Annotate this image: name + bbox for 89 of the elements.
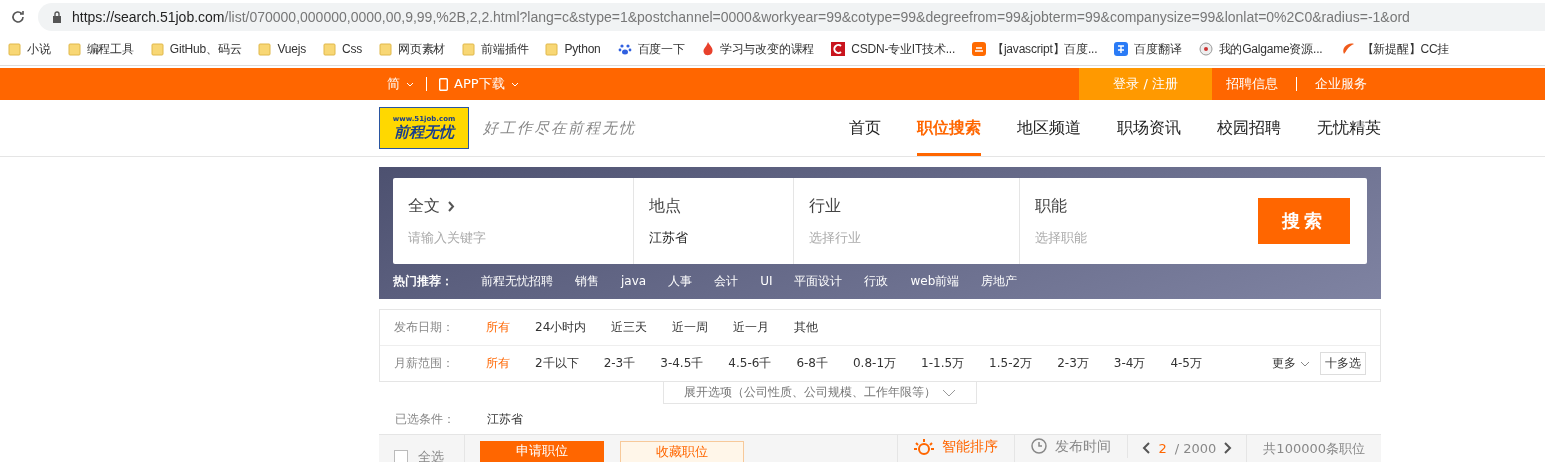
total-pages: / 2000	[1174, 440, 1217, 456]
clock-icon	[1031, 438, 1048, 454]
hot-keyword[interactable]: java	[621, 274, 647, 288]
bookmark[interactable]: 我的Galgame资源...	[1198, 40, 1323, 58]
folder-icon	[150, 42, 164, 56]
address-field[interactable]: https://search.51job.com/list/070000,000000,0000,00,9,99,%2B,2,2.html?lang=c&stype=1&postchannel=0000&workyear=99&cotype=99&degreefrom=99&jobterm=99&companysize=99&lonlat=0%2C0&radius=-1&ord	[38, 2, 1545, 31]
filter-option[interactable]: 近一周	[672, 319, 709, 336]
bookmark[interactable]: 百度一下	[617, 40, 685, 58]
hot-keyword[interactable]: 人事	[668, 272, 693, 290]
next-page-icon[interactable]	[1224, 442, 1233, 454]
search-field[interactable]: 地点 江苏省	[633, 178, 793, 264]
filter-option[interactable]: 6-8千	[796, 355, 828, 372]
bookmark[interactable]: GitHub、码云	[150, 40, 242, 58]
paw-icon	[617, 42, 632, 56]
search-field[interactable]: 职能 选择职能	[1019, 178, 1235, 264]
filter-option[interactable]: 2-3千	[603, 355, 636, 372]
bookmark[interactable]: 网页素材	[379, 40, 446, 58]
hot-keyword[interactable]: 前程无忧招聘	[481, 272, 553, 290]
folder-icon	[462, 42, 476, 56]
filter-option[interactable]: 3-4.5千	[660, 355, 704, 372]
bookmark[interactable]: CSDN-专业IT技术...	[831, 40, 956, 58]
filter-option[interactable]: 0.8-1万	[853, 355, 897, 372]
folder-icon	[258, 42, 272, 56]
folder-icon	[379, 42, 393, 56]
folder-icon	[322, 42, 336, 56]
bookmark[interactable]: 前端插件	[462, 40, 529, 58]
bookmark[interactable]: 【javascript】百度...	[972, 40, 1098, 58]
filter-option[interactable]: 2千以下	[535, 355, 579, 372]
expand-options-tab[interactable]: 展开选项（公司性质、公司规模、工作年限等）	[663, 382, 977, 404]
bookmark[interactable]: 百度翻译	[1114, 40, 1182, 58]
bookmark[interactable]: Python	[545, 42, 601, 56]
filter-option[interactable]: 24小时内	[535, 319, 587, 336]
filter-option[interactable]: 2-3万	[1057, 355, 1089, 372]
current-page: 2	[1158, 440, 1167, 456]
caret-icon	[406, 81, 414, 87]
filter-option[interactable]: 近三天	[611, 319, 648, 336]
search-field[interactable]: 行业 选择行业	[793, 178, 1019, 264]
flame-icon	[701, 42, 714, 56]
select-all-checkbox[interactable]	[394, 450, 408, 462]
multi-select-button[interactable]: 十多选	[1320, 352, 1366, 375]
folder-icon	[545, 42, 559, 56]
chevron-icon	[448, 200, 455, 212]
bookmark[interactable]: 【新提醒】CC挂	[1339, 40, 1450, 58]
nav-tab[interactable]: 校园招聘	[1217, 100, 1281, 156]
nav-tab[interactable]: 职场资讯	[1117, 100, 1181, 156]
bookmark[interactable]: 编程工具	[67, 40, 134, 58]
search-field[interactable]: 全文 请输入关键字	[393, 178, 633, 264]
selected-condition[interactable]: 江苏省	[487, 410, 523, 428]
folder-icon	[8, 42, 21, 56]
filter-option[interactable]: 1.5-2万	[989, 355, 1033, 372]
bookmark[interactable]: Vuejs	[258, 42, 306, 56]
selected-label: 已选条件：	[395, 410, 456, 428]
filter-option[interactable]: 近一月	[733, 319, 770, 336]
c-icon	[831, 42, 846, 56]
translate-icon	[1114, 42, 1129, 56]
filter-label: 发布日期：	[394, 319, 455, 336]
filter-option[interactable]: 其他	[794, 319, 819, 336]
hot-keyword[interactable]: web前端	[910, 272, 960, 290]
caret-icon	[942, 388, 956, 397]
hot-keyword[interactable]: 销售	[575, 272, 599, 290]
bookmark[interactable]: 学习与改变的课程	[701, 40, 815, 58]
filter-option[interactable]: 4-5万	[1170, 355, 1202, 372]
filter-option[interactable]: 1-1.5万	[921, 355, 965, 372]
nav-tab[interactable]: 首页	[849, 100, 881, 156]
nav-tab[interactable]: 地区频道	[1017, 100, 1081, 156]
hot-keyword[interactable]: 会计	[714, 272, 739, 290]
folder-icon	[67, 42, 81, 56]
hot-label: 热门推荐：	[393, 272, 453, 290]
sun-icon	[914, 438, 935, 458]
bookmark[interactable]: 小说	[8, 40, 51, 58]
total-count: 共100000条职位	[1246, 435, 1381, 462]
nav-tab[interactable]: 无忧精英	[1317, 100, 1381, 156]
filter-label: 月薪范围：	[394, 355, 455, 372]
phone-icon	[439, 77, 448, 91]
select-all-label: 全选	[418, 448, 444, 462]
reload-icon[interactable]	[10, 8, 26, 25]
previous-page-icon[interactable]	[1142, 442, 1151, 454]
hot-keyword[interactable]: 平面设计	[794, 272, 843, 290]
caret-icon	[510, 81, 519, 87]
slogan: 好工作尽在前程无忧	[483, 118, 636, 138]
hot-keyword[interactable]: UI	[760, 274, 773, 288]
hot-keyword[interactable]: 房地产	[981, 272, 1018, 290]
hot-keyword[interactable]: 行政	[864, 272, 889, 290]
lock-icon	[52, 10, 62, 23]
more-dropdown[interactable]: 更多	[1272, 355, 1310, 372]
bookmark[interactable]: Css	[322, 42, 363, 56]
filter-option[interactable]: 3-4万	[1113, 355, 1146, 372]
filter-option[interactable]: 4.5-6千	[728, 355, 772, 372]
caret-icon	[1300, 360, 1310, 367]
